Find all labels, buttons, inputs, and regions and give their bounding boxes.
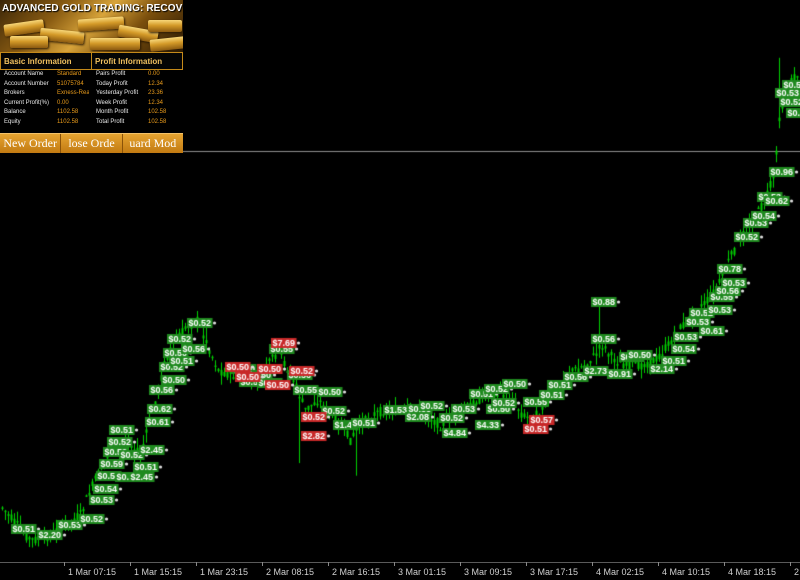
profit-row: Today Profit 12.34 [96,80,166,90]
profit-row: Yesterday Profit 23.36 [96,89,166,99]
basic-row: Equity 1102.58 [4,118,89,128]
row-label: Equity [4,118,21,125]
time-tick: 3 Mar 17:15 [525,562,579,577]
basic-row: Brokers Exness-Real [4,89,89,99]
row-label: Account Name [4,71,44,77]
basic-row: Current Profit(%) 0.00 [4,99,89,109]
row-value: 0.00 [57,99,69,106]
time-tick: 4 Mar 18:15 [723,562,777,577]
time-tick: 2 Mar 08:15 [261,562,315,577]
row-label: Pairs Profit [96,71,126,77]
basic-row: Account Number 51075784 [4,80,89,90]
row-value: 12.34 [148,99,164,106]
trading-panel: ADVANCED GOLD TRADING: RECOVERY Basic In… [0,0,183,153]
time-tick: 3 Mar 09:15 [459,562,513,577]
profit-row: Week Profit 12.34 [96,99,166,109]
time-tick: 2 Mar 16:15 [327,562,381,577]
time-tick: 2 [789,562,800,577]
new-order-button[interactable]: New Order [0,134,62,153]
row-label: Balance [4,109,26,115]
row-value: 102.58 [148,109,167,115]
time-tick: 4 Mar 10:15 [657,562,711,577]
row-label: Total Profit [96,118,125,125]
profit-row: Pairs Profit 0.00 [96,70,166,80]
time-tick: 1 Mar 15:15 [129,562,183,577]
basic-row: Account Name Standard [4,70,89,80]
time-tick: 1 Mar 23:15 [195,562,249,577]
row-value: 0.00 [148,71,160,77]
close-order-button[interactable]: lose Orde [61,134,123,153]
time-tick: 3 Mar 01:15 [393,562,447,577]
basic-row: Balance 1102.58 [4,108,89,118]
time-tick: 1 Mar 07:15 [63,562,117,577]
profit-row: Total Profit 102.58 [96,118,166,128]
profit-info-header: Profit Information [91,52,183,70]
row-label: Current Profit(%) [4,99,50,106]
basic-info-header: Basic Information [0,52,92,70]
panel-title: ADVANCED GOLD TRADING: RECOVERY [2,3,183,14]
row-value: 1102.58 [57,118,79,125]
row-label: Brokers [4,90,25,96]
row-value: 102.58 [148,118,167,125]
guard-mode-button[interactable]: uard Mod [123,134,183,153]
basic-info-list: Account Name Standard Account Number 51075… [4,70,89,127]
profit-row: Month Profit 102.58 [96,108,166,118]
row-value: Exness-Real [57,90,89,96]
row-value: 23.36 [148,90,164,96]
row-value: 12.34 [148,80,164,87]
time-tick: 4 Mar 02:15 [591,562,645,577]
row-label: Week Profit [96,99,127,106]
row-value: 51075784 [57,80,84,87]
row-label: Yesterday Profit [96,90,139,96]
time-axis: 1 Mar 07:15 1 Mar 15:15 1 Mar 23:15 2 Ma… [0,562,800,580]
row-label: Month Profit [96,109,129,115]
gold-banner: ADVANCED GOLD TRADING: RECOVERY [0,0,183,52]
row-label: Today Profit [96,80,128,87]
profit-info-list: Pairs Profit 0.00 Today Profit 12.34 Yeste… [96,70,166,127]
row-value: Standard [57,71,82,77]
row-label: Account Number [4,80,49,87]
row-value: 1102.58 [57,109,79,115]
panel-buttons: New Order lose Orde uard Mod [0,133,183,153]
